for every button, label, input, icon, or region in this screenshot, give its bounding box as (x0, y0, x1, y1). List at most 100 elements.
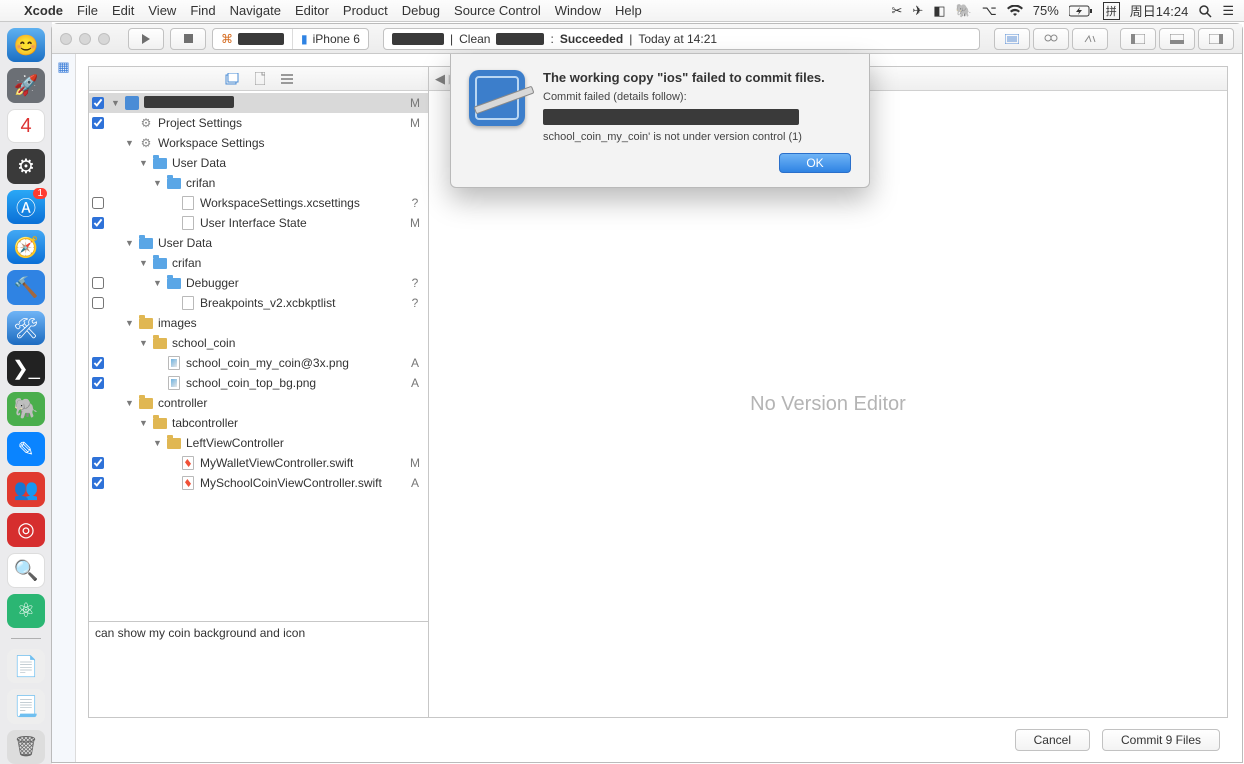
launchpad-icon[interactable]: 🚀 (7, 68, 45, 102)
include-checkbox[interactable] (92, 377, 104, 389)
menu-debug[interactable]: Debug (402, 3, 440, 18)
doc2-icon[interactable]: 📃 (7, 689, 45, 723)
back-icon[interactable]: ◀ (435, 71, 445, 87)
notes-icon[interactable]: ◧ (933, 3, 945, 19)
tree-row[interactable]: ▼images (89, 313, 428, 333)
disclosure-icon[interactable]: ▼ (139, 338, 149, 348)
menu-navigate[interactable]: Navigate (230, 3, 281, 18)
commit-message-field[interactable]: can show my coin background and icon (89, 621, 428, 717)
disclosure-icon[interactable]: ▼ (125, 238, 135, 248)
flat-view-icon[interactable] (225, 73, 239, 85)
disclosure-icon[interactable]: ▼ (139, 158, 149, 168)
evernote-dock-icon[interactable]: 🐘 (7, 392, 45, 426)
include-checkbox[interactable] (92, 457, 104, 469)
tree-row[interactable]: Breakpoints_v2.xcbkptlist? (89, 293, 428, 313)
file-tree[interactable]: ▼M⚙Project SettingsM▼⚙Workspace Settings… (89, 91, 428, 621)
toggle-debug-button[interactable] (1159, 28, 1195, 50)
tree-row[interactable]: ⚙Project SettingsM (89, 113, 428, 133)
preview-icon[interactable]: 🔍 (7, 553, 45, 588)
nav-icon[interactable]: ▦ (57, 59, 69, 75)
standard-editor-button[interactable] (994, 28, 1030, 50)
app-name[interactable]: Xcode (24, 3, 63, 18)
tree-row[interactable]: school_coin_top_bg.pngA (89, 373, 428, 393)
tree-row[interactable]: ▼controller (89, 393, 428, 413)
menu-find[interactable]: Find (190, 3, 215, 18)
zoom-window[interactable] (98, 33, 110, 45)
send-icon[interactable]: ✈ (912, 3, 923, 19)
wifi-icon[interactable] (1007, 5, 1023, 17)
tree-row[interactable]: ▼crifan (89, 253, 428, 273)
doc-icon[interactable]: 📄 (7, 649, 45, 683)
dropdown-icon[interactable]: ⌥ (982, 3, 997, 19)
scheme-selector[interactable]: ⌘ ▮iPhone 6 (212, 28, 369, 50)
close-window[interactable] (60, 33, 72, 45)
ok-button[interactable]: OK (779, 153, 851, 173)
disclosure-icon[interactable]: ▼ (125, 138, 135, 148)
spotlight-icon[interactable] (1198, 4, 1212, 18)
disclosure-icon[interactable]: ▼ (139, 418, 149, 428)
finder-icon[interactable]: 😊 (7, 28, 45, 62)
music-icon[interactable]: ◎ (7, 513, 45, 547)
evernote-icon[interactable]: 🐘 (956, 3, 972, 19)
disclosure-icon[interactable]: ▼ (139, 258, 149, 268)
battery-icon[interactable] (1069, 5, 1093, 17)
disclosure-icon[interactable]: ▼ (125, 398, 135, 408)
tree-row[interactable]: ▼User Data (89, 233, 428, 253)
version-editor-button[interactable] (1072, 28, 1108, 50)
tree-row[interactable]: MyWalletViewController.swiftM (89, 453, 428, 473)
editor-icon[interactable]: ✎ (7, 432, 45, 466)
tree-row[interactable]: WorkspaceSettings.xcsettings? (89, 193, 428, 213)
contacts-icon[interactable]: 👥 (7, 472, 45, 506)
include-checkbox[interactable] (92, 197, 104, 209)
minimize-window[interactable] (79, 33, 91, 45)
commit-button[interactable]: Commit 9 Files (1102, 729, 1220, 751)
disclosure-icon[interactable]: ▼ (153, 278, 163, 288)
atom-icon[interactable]: ⚛ (7, 594, 45, 628)
stop-button[interactable] (170, 28, 206, 50)
tree-row[interactable]: ▼crifan (89, 173, 428, 193)
toggle-navigator-button[interactable] (1120, 28, 1156, 50)
tree-row[interactable]: ▼tabcontroller (89, 413, 428, 433)
terminal-icon[interactable]: ❯_ (7, 351, 45, 385)
tree-row[interactable]: User Interface StateM (89, 213, 428, 233)
include-checkbox[interactable] (92, 97, 104, 109)
disclosure-icon[interactable]: ▼ (153, 178, 163, 188)
menu-edit[interactable]: Edit (112, 3, 134, 18)
menu-file[interactable]: File (77, 3, 98, 18)
input-method[interactable]: 拼 (1103, 2, 1120, 20)
assistant-editor-button[interactable] (1033, 28, 1069, 50)
include-checkbox[interactable] (92, 277, 104, 289)
tree-row[interactable]: ▼⚙Workspace Settings (89, 133, 428, 153)
include-checkbox[interactable] (92, 217, 104, 229)
list-view-icon[interactable] (281, 74, 293, 84)
file-view-icon[interactable] (255, 72, 265, 85)
menu-help[interactable]: Help (615, 3, 642, 18)
include-checkbox[interactable] (92, 117, 104, 129)
calendar-icon[interactable]: 4 (7, 109, 45, 144)
tree-row[interactable]: ▼M (89, 93, 428, 113)
menu-window[interactable]: Window (555, 3, 601, 18)
menu-source-control[interactable]: Source Control (454, 3, 541, 18)
tools-icon[interactable]: 🛠 (7, 311, 45, 345)
menu-product[interactable]: Product (343, 3, 388, 18)
scissors-icon[interactable]: ✂ (891, 3, 902, 19)
settings-icon[interactable]: ⚙ (7, 149, 45, 183)
toggle-utilities-button[interactable] (1198, 28, 1234, 50)
disclosure-icon[interactable]: ▼ (111, 98, 121, 108)
appstore-icon[interactable]: Ⓐ1 (7, 190, 45, 224)
cancel-button[interactable]: Cancel (1015, 729, 1090, 751)
tree-row[interactable]: school_coin_my_coin@3x.pngA (89, 353, 428, 373)
tree-row[interactable]: MySchoolCoinViewController.swiftA (89, 473, 428, 493)
tree-row[interactable]: ▼LeftViewController (89, 433, 428, 453)
tree-row[interactable]: ▼Debugger? (89, 273, 428, 293)
include-checkbox[interactable] (92, 357, 104, 369)
include-checkbox[interactable] (92, 297, 104, 309)
disclosure-icon[interactable]: ▼ (153, 438, 163, 448)
menu-view[interactable]: View (148, 3, 176, 18)
include-checkbox[interactable] (92, 477, 104, 489)
trash-icon[interactable]: 🗑 (7, 730, 45, 764)
tree-row[interactable]: ▼school_coin (89, 333, 428, 353)
disclosure-icon[interactable]: ▼ (125, 318, 135, 328)
run-button[interactable] (128, 28, 164, 50)
menu-editor[interactable]: Editor (295, 3, 329, 18)
